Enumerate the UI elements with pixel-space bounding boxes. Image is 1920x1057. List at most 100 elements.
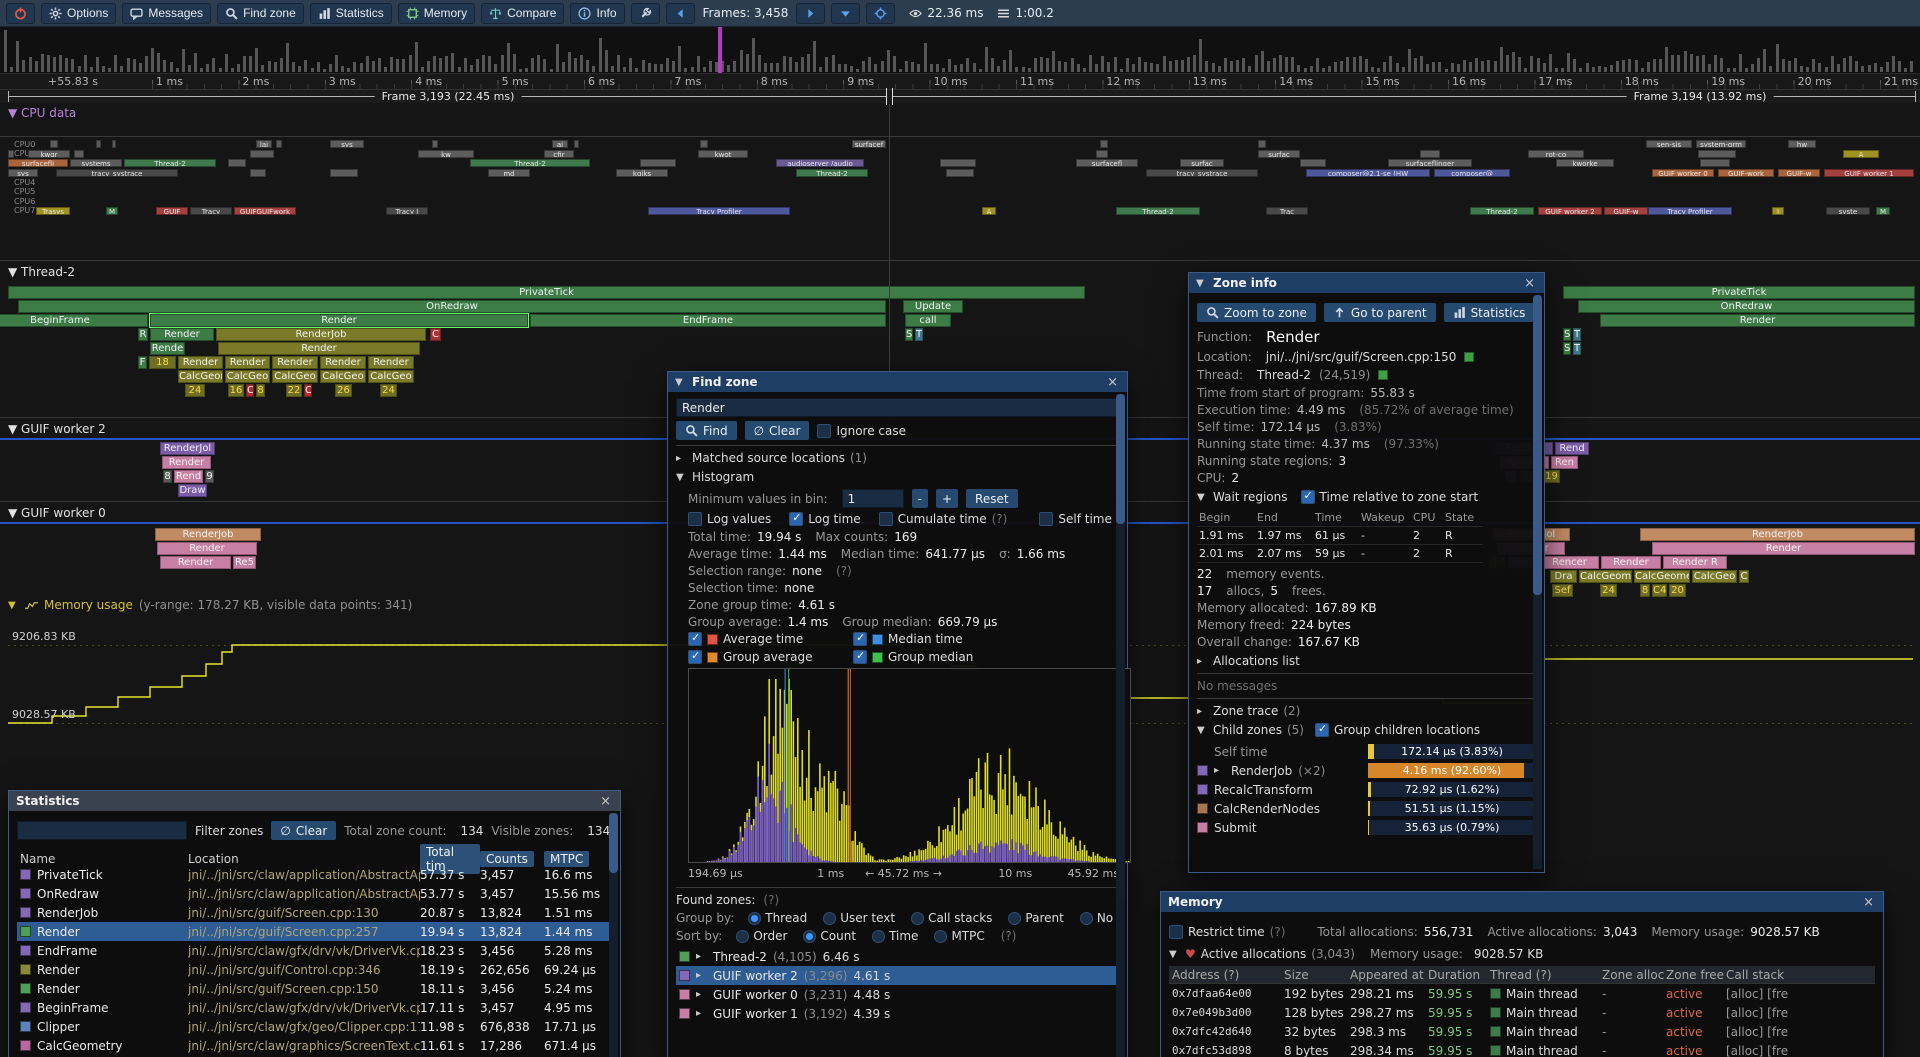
cpu-zone[interactable] — [74, 150, 84, 158]
timeline-zone-20[interactable]: 20 — [1669, 584, 1686, 597]
cpu-zone-tracy-profiler[interactable]: Tracy Profiler — [1648, 207, 1732, 215]
radio-option-thread[interactable]: Thread — [748, 911, 807, 925]
timeline-zone-rend[interactable]: Rend — [1555, 442, 1589, 455]
timeline-zone-privatetick[interactable]: PrivateTick — [8, 286, 1085, 299]
cpu-zone[interactable] — [1698, 150, 1736, 158]
found-group-thread-2[interactable]: ▸Thread-2(4,105)6.46 s — [676, 947, 1119, 966]
cpu-zone-a[interactable]: A — [1843, 150, 1879, 158]
cpu-zone-kworke[interactable]: kworke — [1556, 159, 1614, 167]
timeline-zone-renderjob[interactable]: RenderJob — [155, 528, 261, 541]
cpu-data-header[interactable]: ▼ CPU data — [8, 106, 76, 120]
alloc-callstack[interactable]: [alloc] [fre — [1726, 987, 1872, 1001]
frame-label[interactable]: Frame 3,194 (13.92 ms) — [1627, 90, 1774, 103]
statistics-row-render[interactable]: Renderjni/../jni/src/guif/Screen.cpp:150… — [17, 979, 612, 998]
statistics-row-render[interactable]: Renderjni/../jni/src/guif/Screen.cpp:257… — [17, 922, 612, 941]
cpu-zone[interactable] — [1096, 150, 1108, 158]
legend-group-average[interactable]: Group average — [688, 650, 843, 664]
scrollbar-thumb[interactable] — [1533, 295, 1542, 595]
cpu-zone-trasys[interactable]: Trasys — [36, 207, 70, 215]
cpu-zone-sys[interactable]: sys — [8, 169, 38, 177]
timeline-zone-render[interactable]: Render — [160, 556, 231, 569]
cpu-zone-guif[interactable]: GUIF — [156, 207, 188, 215]
timeline-zone-9[interactable]: 9 — [205, 470, 214, 483]
timeline-zone-22[interactable]: 22 — [286, 384, 302, 397]
timeline-zone-calcgeo[interactable]: CalcGeo — [368, 370, 414, 383]
go-to-parent-button[interactable]: Go to parent — [1324, 303, 1436, 322]
legend-median-time[interactable]: Median time — [853, 632, 1008, 646]
timeline-zone-dra[interactable]: Dra — [1550, 570, 1577, 583]
cpu-zone-m[interactable]: M — [106, 207, 118, 215]
cpu-zone-sen-sis[interactable]: sen-sis — [1646, 140, 1692, 148]
timeline-zone-draw[interactable]: Draw — [178, 484, 207, 497]
child-zone-calcrendernodes[interactable]: CalcRenderNodes51.51 μs (1.15%) — [1197, 799, 1536, 818]
cpu-zone-surfacefli[interactable]: surfacefli — [8, 159, 68, 167]
thread-header-thread-2[interactable]: ▼ Thread-2 — [8, 265, 75, 279]
found-group-guif-worker-1[interactable]: ▸GUIF worker 1(3,192)4.39 s — [676, 1004, 1119, 1023]
wait-col-wakeup[interactable]: Wakeup — [1359, 509, 1411, 527]
memory-titlebar[interactable]: Memory × — [1161, 892, 1883, 912]
timeline-zone-renderjob[interactable]: RenderJob — [216, 328, 426, 341]
reset-button[interactable]: Reset — [966, 489, 1018, 508]
focus-button[interactable] — [866, 3, 895, 24]
call-stacks-radio[interactable] — [911, 912, 924, 925]
cpu-zone-surfacef[interactable]: surfacef — [852, 140, 886, 148]
alloc-callstack[interactable]: [alloc] [fre — [1726, 1025, 1872, 1039]
cpu-zone[interactable] — [250, 169, 266, 177]
time-ruler[interactable]: +55.83 s1 ms2 ms3 ms4 ms5 ms6 ms7 ms8 ms… — [0, 74, 1920, 90]
cpu-zone-syste[interactable]: syste — [1826, 207, 1870, 215]
cpu-zone-thread-2[interactable]: Thread-2 — [124, 159, 216, 167]
time-relative-option[interactable]: Time relative to zone start — [1301, 490, 1479, 504]
cpu-zone-surfac[interactable]: surfac — [1180, 159, 1224, 167]
cpu-zone-guifguifwork[interactable]: GUIFGUIFwork — [234, 207, 296, 215]
timeline-zone-calcgeo[interactable]: CalcGeo — [320, 370, 366, 383]
statistics-row-privatetick[interactable]: PrivateTickjni/../jni/src/claw/applicati… — [17, 865, 612, 884]
average-time-checkbox[interactable] — [688, 632, 702, 646]
option-cumulate-time[interactable]: Cumulate time(?) — [879, 512, 1022, 526]
min-bin-increase-button[interactable]: + — [936, 489, 958, 508]
close-icon[interactable]: × — [1105, 376, 1120, 389]
cpu-zone-surfaceflinger[interactable]: surfaceflinger — [1388, 159, 1472, 167]
col-counts[interactable]: Counts — [480, 851, 534, 867]
child-zone-recalctransform[interactable]: RecalcTransform72.92 μs (1.62%) — [1197, 780, 1536, 799]
frames-bar[interactable]: Frame 3,193 (22.45 ms)Frame 3,194 (13.92… — [0, 90, 1920, 103]
col-zone-alloc[interactable]: Zone alloc — [1602, 968, 1666, 982]
timeline-zone-call[interactable]: call — [905, 314, 951, 327]
radio-option-count[interactable]: Count — [803, 929, 856, 943]
timeline-zone-re5[interactable]: Re5 — [233, 556, 256, 569]
allocation-row[interactable]: 0x7e049b3d00128 bytes298.27 ms59.95 sMai… — [1169, 1003, 1875, 1022]
find-zone-titlebar[interactable]: ▼ Find zone × — [668, 372, 1127, 392]
timeline-zone-s[interactable]: S — [905, 328, 913, 341]
timeline-zone-24[interactable]: 24 — [380, 384, 397, 397]
cpu-zone-lai[interactable]: lai — [256, 140, 272, 148]
statistics-row-onredraw[interactable]: OnRedrawjni/../jni/src/claw/application/… — [17, 884, 612, 903]
cpu-zone[interactable] — [8, 150, 14, 158]
cpu-zone[interactable] — [330, 169, 358, 177]
wait-regions-tree[interactable]: ▼ Wait regions Time relative to zone sta… — [1197, 490, 1536, 504]
timeline-zone-rend[interactable]: Rend — [174, 470, 203, 483]
timeline-zone-c4[interactable]: C4 — [1652, 584, 1667, 597]
timeline-zone-render[interactable]: Render — [368, 356, 414, 369]
cpu-zone[interactable] — [1300, 159, 1326, 167]
statistics-scrollbar[interactable] — [609, 813, 618, 1057]
col-name[interactable]: Name — [20, 852, 188, 866]
child-zone-renderjob[interactable]: ▸RenderJob(×2)4.16 ms (92.60%) — [1197, 761, 1536, 780]
radio-option-parent[interactable]: Parent — [1008, 911, 1063, 925]
statistics-titlebar[interactable]: Statistics × — [9, 791, 620, 811]
thread-radio[interactable] — [748, 912, 761, 925]
allocation-row[interactable]: 0x7dfc42d64032 bytes298.3 ms59.95 sMain … — [1169, 1022, 1875, 1041]
timeline-zone-c[interactable]: C — [304, 384, 312, 397]
cpu-zone-guif-worker-1[interactable]: GUIF worker 1 — [1824, 169, 1914, 177]
statistics-row-clipper[interactable]: Clipperjni/../jni/src/claw/gfx/geo/Clipp… — [17, 1017, 612, 1036]
cpu-zone[interactable] — [1420, 150, 1440, 158]
timeline-zone-beginframe[interactable]: BeginFrame — [0, 314, 148, 327]
cpu-zone-surfac[interactable]: surfac — [1258, 150, 1300, 158]
timeline-zone-endframe[interactable]: EndFrame — [530, 314, 886, 327]
zone-info-titlebar[interactable]: ▼ Zone info × — [1189, 273, 1544, 293]
col-thread[interactable]: Thread (?) — [1490, 968, 1602, 982]
memory-button[interactable]: Memory — [398, 3, 475, 24]
child-zones-tree[interactable]: ▼ Child zones (5) Group children locatio… — [1197, 723, 1536, 737]
collapse-icon[interactable]: ▼ — [675, 377, 686, 388]
cpu-zone-sys[interactable]: sys — [330, 140, 364, 148]
min-bin-input[interactable] — [842, 489, 904, 508]
scrollbar-thumb[interactable] — [609, 813, 618, 873]
